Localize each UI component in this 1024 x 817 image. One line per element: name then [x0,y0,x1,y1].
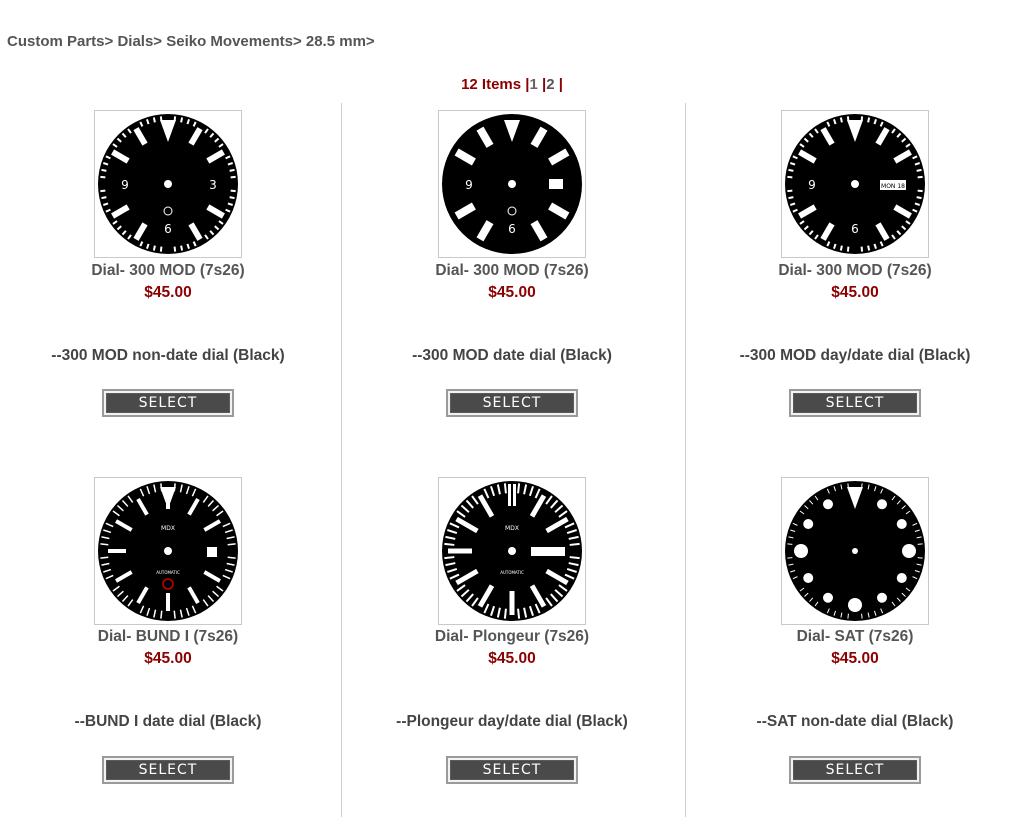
product-thumbnail[interactable] [781,477,929,625]
svg-text:6: 6 [164,222,172,236]
select-button[interactable]: SELECT [789,389,921,417]
svg-text:AUTOMATIC: AUTOMATIC [500,570,524,575]
product-name[interactable]: Dial- SAT (7s26) [685,628,1024,646]
page-link-1[interactable]: 1 [529,76,537,93]
product-price: $45.00 [831,650,879,667]
item-count: 12 Items [461,76,526,93]
product-thumbnail[interactable]: MDX AUTOMATIC [438,477,586,625]
svg-text:9: 9 [465,178,473,192]
pagination: 12 Items |1 |2 | [0,76,1024,93]
dial-300-mod-date-icon: 96 [442,114,582,254]
product-price: $45.00 [488,650,536,667]
svg-text:6: 6 [508,222,516,236]
product-name[interactable]: Dial- Plongeur (7s26) [342,628,682,646]
product-thumbnail[interactable]: MDX AUTOMATIC [94,477,242,625]
svg-text:9: 9 [121,178,129,192]
breadcrumb-28-5-mm[interactable]: 28.5 mm> [306,33,375,50]
product-name[interactable]: Dial- 300 MOD (7s26) [342,262,682,280]
dial-300-mod-non-date-icon: 9 3 6 [98,114,238,254]
select-button[interactable]: SELECT [102,389,234,417]
breadcrumb-dials[interactable]: Dials> [117,33,166,50]
product-thumbnail[interactable]: 9 3 6 [94,110,242,258]
pager-separator: | [554,76,563,93]
product-description: --300 MOD non-date dial (Black) [51,347,285,364]
svg-text:9: 9 [808,178,816,192]
svg-text:AUTOMATIC: AUTOMATIC [156,570,180,575]
product-price: $45.00 [144,650,192,667]
dial-bund-i-icon: MDX AUTOMATIC [98,481,238,621]
column-divider [685,103,686,817]
column-divider [341,103,342,817]
product-price: $45.00 [488,284,536,301]
breadcrumb-custom-parts[interactable]: Custom Parts> [7,33,117,50]
pager-separator: | [537,76,547,93]
product-description: --Plongeur day/date dial (Black) [396,713,628,730]
product-description: --300 MOD day/date dial (Black) [739,347,971,364]
dial-sat-icon [785,481,925,621]
select-button[interactable]: SELECT [102,756,234,784]
select-button[interactable]: SELECT [446,756,578,784]
breadcrumb: Custom Parts> Dials> Seiko Movements> 28… [7,33,375,50]
select-button[interactable]: SELECT [789,756,921,784]
svg-text:6: 6 [851,222,859,236]
dial-plongeur-icon: MDX AUTOMATIC [442,481,582,621]
product-description: --300 MOD date dial (Black) [412,347,612,364]
product-thumbnail[interactable]: 96 [438,110,586,258]
svg-text:MON 18: MON 18 [881,183,905,190]
svg-text:MDX: MDX [505,525,519,532]
product-name[interactable]: Dial- 300 MOD (7s26) [685,262,1024,280]
product-price: $45.00 [831,284,879,301]
breadcrumb-seiko-movements[interactable]: Seiko Movements> [166,33,306,50]
product-thumbnail[interactable]: 9 6 MON 18 [781,110,929,258]
svg-text:MDX: MDX [161,525,175,532]
select-button[interactable]: SELECT [446,389,578,417]
product-name[interactable]: Dial- BUND I (7s26) [0,628,338,646]
product-description: --BUND I date dial (Black) [74,713,262,730]
dial-300-mod-day-date-icon: 9 6 MON 18 [785,114,925,254]
product-description: --SAT non-date dial (Black) [756,713,954,730]
page-link-2[interactable]: 2 [546,76,554,93]
product-price: $45.00 [144,284,192,301]
svg-text:3: 3 [209,178,217,192]
product-name[interactable]: Dial- 300 MOD (7s26) [0,262,338,280]
